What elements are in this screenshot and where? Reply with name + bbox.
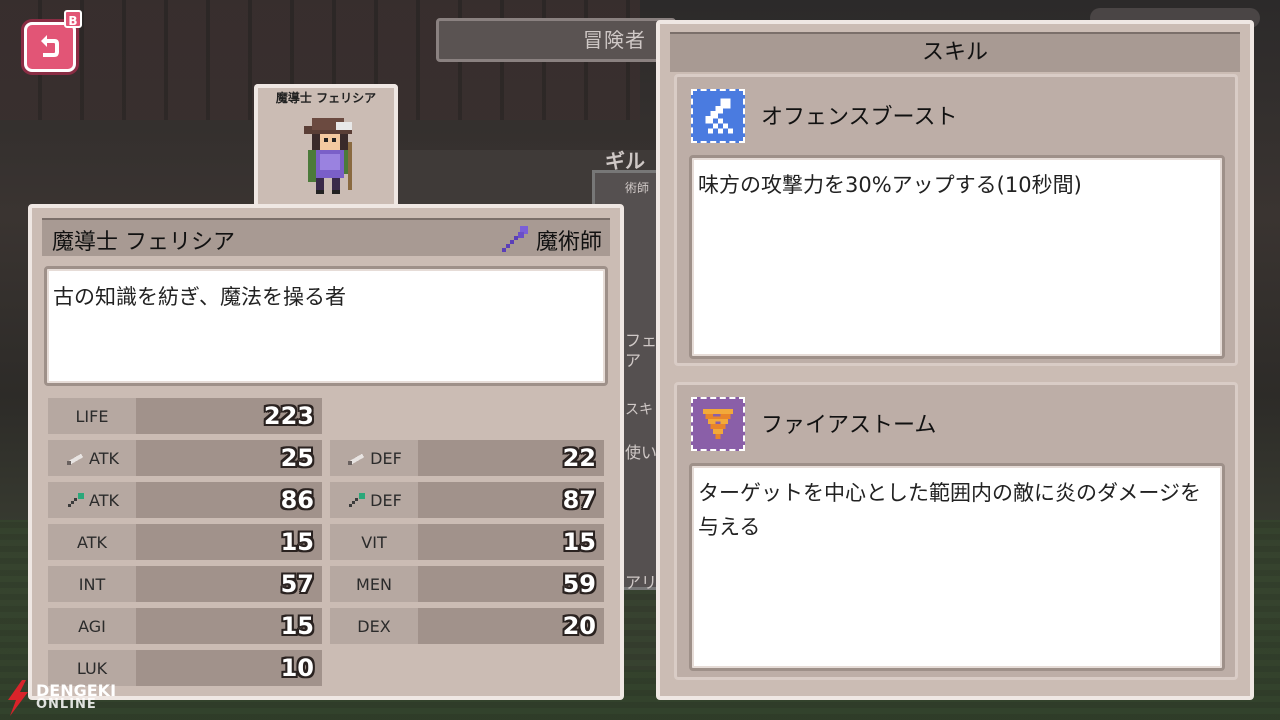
portrait-name: 魔導士 フェリシア <box>275 91 377 105</box>
lightning-logo-icon <box>8 680 28 716</box>
skill-description: 味方の攻撃力を30%アップする(10秒間) <box>689 155 1225 359</box>
stat-label: AGI <box>48 608 136 644</box>
stat-label: ATK <box>48 440 136 476</box>
stat-value: 10 <box>136 650 322 686</box>
fire-storm-icon <box>691 397 745 451</box>
skill-name: オフェンスブースト <box>761 105 958 130</box>
sword-icon <box>67 453 84 465</box>
background-guild-text: ギル <box>605 149 645 173</box>
stat-vit: VIT 15 <box>330 524 604 560</box>
character-name-bar: 魔導士 フェリシア 魔術師 <box>42 218 610 256</box>
character-description: 古の知識を紡ぎ、魔法を操る者 <box>44 266 608 386</box>
stat-atk: ATK 15 <box>48 524 322 560</box>
stat-label: DEX <box>330 608 418 644</box>
stat-label: DEF <box>330 440 418 476</box>
character-job: 魔術師 <box>500 224 602 256</box>
stat-magic-atk: ATK 86 <box>48 482 322 518</box>
stat-value: 223 <box>136 398 322 434</box>
stat-label-text: DEF <box>370 448 402 468</box>
offense-boost-icon <box>691 89 745 143</box>
keybind-badge: B <box>64 10 82 28</box>
stat-physical-def: DEF 22 <box>330 440 604 476</box>
return-arrow-icon <box>41 35 59 57</box>
stat-value: 15 <box>418 524 604 560</box>
back-button[interactable] <box>24 22 76 72</box>
background-card-text: ア <box>625 351 642 370</box>
stat-label-text: ATK <box>89 490 119 510</box>
sword-icon <box>348 453 365 465</box>
background-card-text: 使い <box>625 443 658 462</box>
stat-value: 57 <box>136 566 322 602</box>
character-name: 魔導士 フェリシア <box>52 230 235 255</box>
dengeki-online-watermark: DENGEKI ONLINE <box>4 680 116 716</box>
skill-card-offense-boost[interactable]: オフェンスブースト 味方の攻撃力を30%アップする(10秒間) <box>674 74 1238 366</box>
stat-value: 20 <box>418 608 604 644</box>
stat-value: 87 <box>418 482 604 518</box>
stat-dex: DEX 20 <box>330 608 604 644</box>
stat-value: 15 <box>136 608 322 644</box>
character-portrait-tab[interactable]: 魔導士 フェリシア <box>254 84 398 214</box>
stat-label: DEF <box>330 482 418 518</box>
job-label: 魔術師 <box>535 230 602 255</box>
stat-label: ATK <box>48 524 136 560</box>
skill-description: ターゲットを中心とした範囲内の敵に炎のダメージを与える <box>689 463 1225 671</box>
stat-label: INT <box>48 566 136 602</box>
skills-header: スキル <box>670 32 1240 72</box>
watermark-line2: ONLINE <box>36 697 97 712</box>
character-status-panel: 魔導士 フェリシア 魔術師 古の知識を紡ぎ、魔法を操る者 LIFE 223 AT… <box>28 204 624 700</box>
stat-value: 15 <box>136 524 322 560</box>
stat-value: 86 <box>136 482 322 518</box>
stat-value: 25 <box>136 440 322 476</box>
skill-name: ファイアストーム <box>761 413 937 438</box>
staff-icon <box>349 493 366 507</box>
stat-label-text: DEF <box>370 490 402 510</box>
stat-label-text: ATK <box>89 448 119 468</box>
stat-men: MEN 59 <box>330 566 604 602</box>
background-card-text: スキ <box>625 402 653 418</box>
stat-agi: AGI 15 <box>48 608 322 644</box>
stat-life: LIFE 223 <box>48 398 322 434</box>
stat-label: MEN <box>330 566 418 602</box>
stat-label: VIT <box>330 524 418 560</box>
stat-value: 22 <box>418 440 604 476</box>
background-ribbon: 冒険者 <box>436 18 676 62</box>
stat-magic-def: DEF 87 <box>330 482 604 518</box>
staff-icon <box>68 493 85 507</box>
background-card-text: アリ <box>625 573 658 592</box>
stat-label: ATK <box>48 482 136 518</box>
stat-value: 59 <box>418 566 604 602</box>
mage-sprite-icon <box>304 118 352 194</box>
staff-icon <box>501 226 528 252</box>
skills-panel: スキル オフェンスブースト 味方の攻撃力を30%アップする(10秒間) ファイア… <box>656 20 1254 700</box>
stat-physical-atk: ATK 25 <box>48 440 322 476</box>
stat-label: LIFE <box>48 398 136 434</box>
background-card-text: 術師 <box>625 181 650 195</box>
skill-card-fire-storm[interactable]: ファイアストーム ターゲットを中心とした範囲内の敵に炎のダメージを与える <box>674 382 1238 680</box>
stat-int: INT 57 <box>48 566 322 602</box>
